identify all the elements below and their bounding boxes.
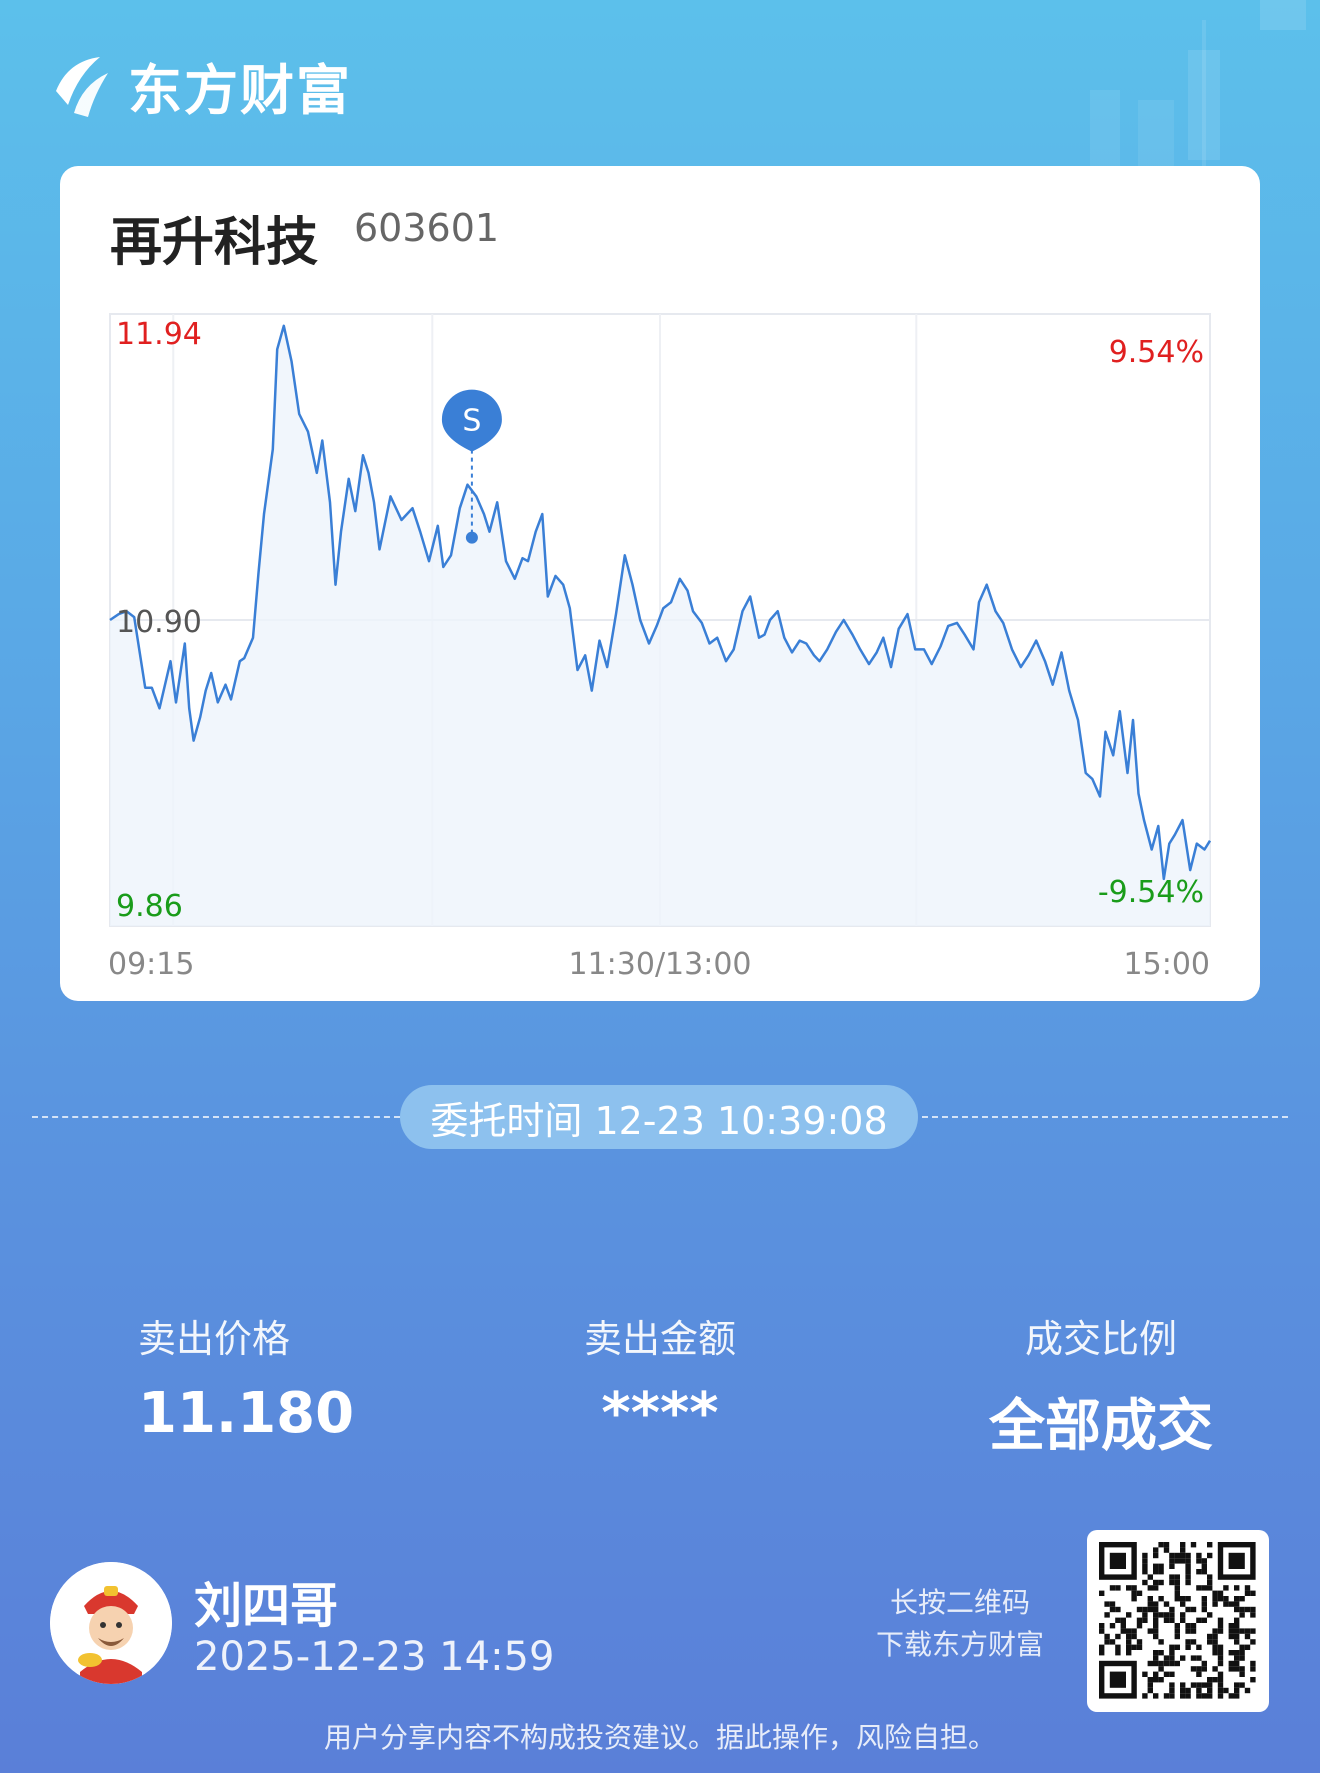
y-tick-label-mid: 10.90: [116, 605, 202, 640]
qr-hint-line1: 长按二维码: [889, 1586, 1030, 1619]
brand-name: 东方财富: [128, 59, 352, 122]
sell-marker-label: S: [462, 404, 481, 439]
stat-fill-ratio: 成交比例 全部成交: [986, 1308, 1216, 1462]
order-time-divider: 委托时间 12-23 10:39:08: [32, 1085, 1288, 1149]
dashed-divider-right: [922, 1116, 1288, 1118]
stat-label: 卖出金额: [583, 1317, 736, 1361]
background-candles-icon: [1090, 0, 1306, 180]
x-tick-label-mid: 11:30/13:00: [568, 947, 751, 982]
cartoon-avatar-icon: [50, 1562, 172, 1684]
stat-label: 卖出价格: [138, 1317, 291, 1361]
marker-point: [465, 531, 478, 544]
avatar[interactable]: [50, 1562, 172, 1684]
pct-label-top: 9.54%: [1109, 335, 1204, 370]
y-tick-label-top: 11.94: [116, 317, 202, 352]
username: 刘四哥: [194, 1578, 339, 1634]
order-time-pill: 委托时间 12-23 10:39:08: [400, 1085, 918, 1149]
qr-code[interactable]: [1087, 1530, 1269, 1712]
stat-value: ****: [601, 1381, 719, 1446]
intraday-chart: 11.94 10.90 9.86 9.54% -9.54% 09:15 11:30/13:0…: [108, 313, 1212, 982]
y-tick-label-bottom: 9.86: [116, 889, 183, 924]
dashed-divider-left: [32, 1116, 400, 1118]
stat-sell-amount: 卖出金额 ****: [560, 1308, 760, 1446]
x-tick-label-start: 09:15: [108, 947, 194, 982]
pct-label-bottom: -9.54%: [1098, 875, 1204, 910]
disclaimer: 用户分享内容不构成投资建议。据此操作，风险自担。: [323, 1721, 996, 1754]
stock-chart-card: 再升科技 603601 11.94 10.90 9.86 9.54% -9.54% 09:…: [60, 166, 1260, 1001]
eastmoney-logo-icon: [56, 56, 108, 117]
qr-code-icon: [1099, 1542, 1256, 1699]
stat-value: 全部成交: [989, 1394, 1213, 1459]
brand-header: 东方财富: [48, 46, 352, 125]
stat-label: 成交比例: [1024, 1317, 1177, 1361]
x-tick-label-end: 15:00: [1124, 947, 1210, 982]
stat-sell-price: 卖出价格 11.180: [138, 1308, 354, 1446]
qr-hint-line2: 下载东方财富: [875, 1628, 1044, 1661]
stat-value: 11.180: [138, 1381, 355, 1446]
qr-hint: 长按二维码 下载东方财富: [860, 1582, 1060, 1666]
share-time: 2025-12-23 14:59: [194, 1634, 555, 1680]
